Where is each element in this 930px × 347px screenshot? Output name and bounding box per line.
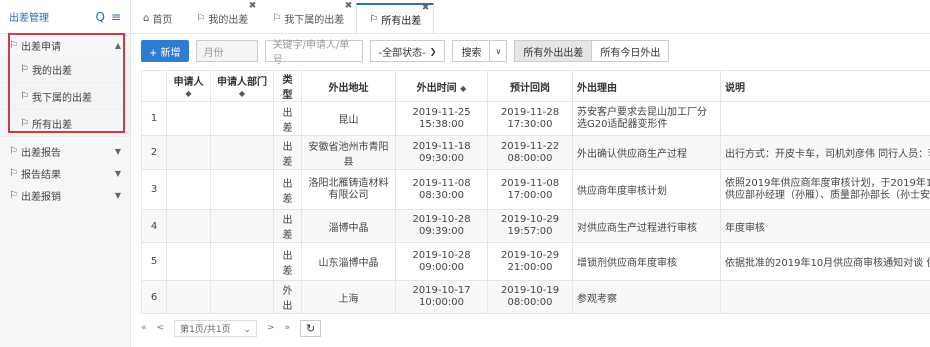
flag-icon: ⚐ (9, 167, 18, 179)
flag-icon: ⚐ (9, 189, 18, 201)
flag-icon: ⚐ (20, 63, 29, 75)
sidebar-group-report[interactable]: ⚐ 出差报告 ▼ (0, 140, 130, 162)
menu-icon[interactable]: ≡ (111, 10, 121, 24)
chevron-down-icon: ❯ (429, 46, 437, 56)
table-row[interactable]: 6 外出 上海 2019-10-17 10:00:00 2019-10-19 08:0… (141, 280, 930, 314)
table-row[interactable]: 1 出差 昆山 2019-11-25 15:38:00 2019-11-28 17:3… (141, 101, 930, 136)
flag-icon: ⚐ (272, 12, 282, 24)
toolbar: + 新增 月份 关键字/申请人/单号 -全部状态- ❯ 搜索 ∨ 所有外出出差 … (141, 40, 670, 66)
all-out-trips-button[interactable]: 所有外出出差 (514, 40, 593, 62)
table-row[interactable]: 5 出差 山东淄博中晶 2019-10-28 09:00:00 2019-10-29… (141, 242, 930, 281)
flag-icon: ⚐ (9, 145, 18, 157)
close-icon[interactable]: ✖ (249, 1, 257, 11)
tab-label: 首页 (152, 14, 173, 26)
last-page-button[interactable]: » (285, 323, 291, 333)
status-select[interactable]: -全部状态- ❯ (369, 40, 446, 62)
caret-down-icon: ▼ (114, 168, 121, 178)
sidebar-item-label: 所有出差 (31, 119, 72, 131)
col-header-out-time[interactable]: 外出时间 ◆ (395, 70, 488, 102)
chevron-down-icon: ∨ (495, 46, 502, 56)
table-header-row: 申请人 ◆ 申请人部门 ◆ 类型 外出地址 外出时间 ◆ 预计回岗 外出理由 说… (141, 70, 930, 102)
col-header-index (141, 70, 167, 102)
status-select-value: -全部状态- (378, 47, 426, 59)
table-row[interactable]: 2 出差 安徽省池州市青阳县 2019-11-18 09:30:00 2019-11… (141, 135, 930, 170)
sidebar-group-label: 出差报告 (20, 147, 61, 159)
sort-icon: ◆ (238, 89, 246, 98)
sidebar-item-all-trips[interactable]: ⚐ 所有出差 (0, 110, 130, 137)
flag-icon: ⚐ (9, 39, 18, 51)
keyword-search-input[interactable]: 关键字/申请人/单号 (264, 40, 363, 66)
col-header-desc: 说明 (720, 70, 930, 102)
pagination: « < 第1页/共1页 ⌄ > » ↻ (141, 318, 331, 338)
col-header-applicant[interactable]: 申请人 ◆ (166, 70, 211, 102)
tab-all-trips[interactable]: ⚐ 所有出差 ✖ (356, 3, 435, 33)
caret-down-icon: ▼ (114, 190, 121, 200)
sidebar-group-reimburse[interactable]: ⚐ 出差报销 ▼ (0, 184, 130, 206)
col-header-type: 类型 (273, 70, 302, 102)
close-icon[interactable]: ✖ (345, 1, 353, 11)
col-header-address: 外出地址 (301, 70, 396, 102)
trip-table: 申请人 ◆ 申请人部门 ◆ 类型 外出地址 外出时间 ◆ 预计回岗 外出理由 说… (141, 70, 930, 314)
tab-label: 我下属的出差 (284, 14, 345, 26)
tab-home[interactable]: ⌂ 首页 (131, 3, 184, 33)
tab-subordinate-trips[interactable]: ⚐ 我下属的出差 ✖ (260, 1, 356, 33)
sidebar: 出差管理 Q ≡ ⚐ 出差申请 ▲ ⚐ 我的出差 ⚐ 我下属的出差 ⚐ 所有出差… (0, 0, 131, 347)
next-page-button[interactable]: > (267, 323, 275, 333)
search-icon[interactable]: Q (95, 10, 104, 24)
refresh-icon[interactable]: ↻ (300, 319, 322, 337)
sidebar-group-apply[interactable]: ⚐ 出差申请 ▲ (0, 34, 130, 56)
sidebar-title: 出差管理 (9, 13, 49, 24)
sort-icon: ◆ (185, 89, 192, 98)
tab-label: 所有出差 (381, 15, 422, 27)
prev-page-button[interactable]: < (157, 323, 165, 333)
sidebar-group-result[interactable]: ⚐ 报告结果 ▼ (0, 162, 130, 184)
first-page-button[interactable]: « (141, 323, 147, 333)
add-button[interactable]: + 新增 (141, 40, 189, 62)
sidebar-group-label: 报告结果 (20, 169, 61, 181)
today-out-trips-button[interactable]: 所有今日外出 (592, 40, 670, 62)
sidebar-item-subordinate-trips[interactable]: ⚐ 我下属的出差 (0, 83, 130, 110)
flag-icon: ⚐ (369, 13, 379, 25)
tab-bar: ⌂ 首页 ⚐ 我的出差 ✖ ⚐ 我下属的出差 ✖ ⚐ 所有出差 ✖ (131, 0, 930, 34)
month-input[interactable]: 月份 (195, 40, 258, 62)
col-header-return-time: 预计回岗 (487, 70, 573, 102)
caret-down-icon: ▼ (114, 146, 121, 156)
page-select[interactable]: 第1页/共1页 ⌄ (174, 319, 257, 337)
col-header-reason: 外出理由 (572, 70, 721, 102)
sidebar-item-my-trips[interactable]: ⚐ 我的出差 (0, 56, 130, 83)
close-icon[interactable]: ✖ (422, 3, 430, 13)
caret-up-icon: ▲ (114, 40, 121, 50)
sidebar-group-label: 出差申请 (20, 41, 61, 53)
col-header-dept[interactable]: 申请人部门 ◆ (210, 70, 274, 102)
tab-my-trips[interactable]: ⚐ 我的出差 ✖ (184, 1, 260, 33)
table-row[interactable]: 3 出差 洛阳北雁铸造材料有限公司 2019-11-08 08:30:00 2019… (141, 169, 930, 210)
flag-icon: ⚐ (20, 117, 29, 129)
flag-icon: ⚐ (20, 90, 29, 102)
sidebar-item-label: 我下属的出差 (31, 92, 92, 104)
tab-label: 我的出差 (208, 14, 249, 26)
table-row[interactable]: 4 出差 淄博中晶 2019-10-28 09:39:00 2019-10-29 19… (141, 209, 930, 243)
search-dropdown-button[interactable]: ∨ (490, 40, 508, 62)
flag-icon: ⚐ (196, 12, 206, 24)
sidebar-item-label: 我的出差 (31, 65, 72, 77)
sort-icon: ◆ (460, 83, 467, 93)
sidebar-header: 出差管理 Q ≡ (0, 0, 130, 34)
search-button[interactable]: 搜索 (452, 40, 491, 62)
home-icon: ⌂ (143, 12, 150, 24)
sidebar-group-label: 出差报销 (20, 191, 61, 203)
